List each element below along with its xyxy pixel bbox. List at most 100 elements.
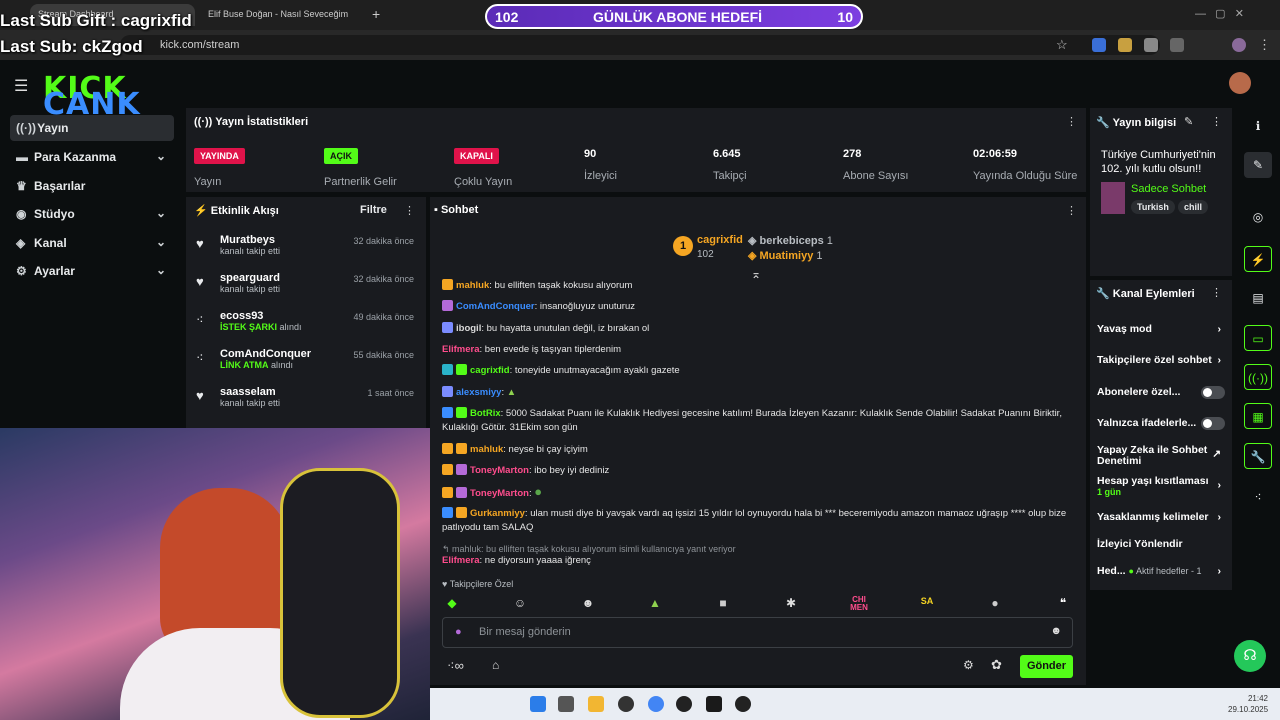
chat-menu-icon[interactable]: ⋮: [1066, 204, 1077, 217]
lightning-icon[interactable]: ⚡: [1244, 246, 1272, 272]
chat-message[interactable]: Elifmera: ben evede iş taşıyan tiplerden…: [442, 343, 1082, 357]
extension-icon[interactable]: [1118, 38, 1132, 52]
emote[interactable]: ✱: [782, 596, 800, 612]
followers-only-item[interactable]: Takipçilere özel sohbet ›: [1097, 354, 1225, 366]
browser-menu-icon[interactable]: ⋮: [1258, 37, 1271, 53]
activity-item[interactable]: ⁖ ComAndConquer LİNK ATMA alındı 55 dakika …: [194, 348, 420, 370]
extensions-puzzle-icon[interactable]: [1170, 38, 1184, 52]
start-menu-icon[interactable]: [530, 696, 546, 712]
store-icon[interactable]: ⌂: [492, 658, 499, 672]
emotes-only-item[interactable]: Yalnızca ifadelerle...: [1097, 417, 1225, 430]
user-avatar[interactable]: [1229, 72, 1251, 94]
broadcast-icon[interactable]: ((·)): [1244, 364, 1272, 390]
activity-item[interactable]: ♥ Muratbeys kanalı takip etti 32 dakika önc…: [194, 234, 420, 256]
sidebar-item-ayarlar[interactable]: ⚙ Ayarlar ⌄: [10, 258, 174, 284]
app-icon[interactable]: [735, 696, 751, 712]
clipboard-icon[interactable]: ▤: [1244, 285, 1272, 311]
emotes-only-toggle[interactable]: [1201, 417, 1225, 430]
banned-words-item[interactable]: Yasaklanmış kelimeler ›: [1097, 511, 1225, 523]
info-menu-icon[interactable]: ⋮: [1211, 115, 1222, 128]
subscribers-only-item[interactable]: Abonelere özel...: [1097, 386, 1225, 399]
leaderboard-third[interactable]: ◈ Muatimiyy 1: [748, 249, 823, 262]
file-explorer-icon[interactable]: [588, 696, 604, 712]
chat-message[interactable]: mahluk: neyse bi çay içiyim: [442, 443, 1082, 457]
edit-icon[interactable]: ✎: [1184, 115, 1193, 128]
edit-icon[interactable]: ✎: [1244, 152, 1272, 178]
app-icon[interactable]: [706, 696, 722, 712]
chat-message[interactable]: ToneyMarton: ibo bey iyi dediniz: [442, 464, 1082, 478]
chat-message[interactable]: Gurkanmiyy: ulan musti diye bi yavşak va…: [442, 507, 1082, 535]
chat-input[interactable]: ● Bir mesaj gönderin ☻: [442, 617, 1073, 648]
wrench-icon[interactable]: 🔧: [1244, 443, 1272, 469]
chat-message[interactable]: Elifmera: ne diyorsun yaaaa iğrenç: [442, 554, 1082, 568]
chat-message[interactable]: alexsmiyy: ▲: [442, 386, 1082, 400]
emote[interactable]: ☺: [511, 596, 529, 612]
send-button[interactable]: Gönder: [1020, 655, 1073, 678]
subscribers-only-toggle[interactable]: [1201, 386, 1225, 399]
chat-message[interactable]: BotRix: 5000 Sadakat Puanı ile Kulaklık …: [442, 407, 1082, 435]
leaderboard-second[interactable]: ◈ berkebiceps 1: [748, 234, 833, 247]
chat-icon[interactable]: ▭: [1244, 325, 1272, 351]
window-controls[interactable]: — ▢ ✕: [1195, 7, 1244, 20]
activity-item[interactable]: ⁖ ecoss93 İSTEK ŞARKI alındı 49 dakika önce: [194, 310, 420, 332]
tag[interactable]: chill: [1178, 200, 1209, 214]
points-icon[interactable]: ⁖: [1244, 484, 1272, 510]
obs-icon[interactable]: [618, 696, 634, 712]
system-clock[interactable]: 21:42 29.10.2025: [1228, 693, 1268, 715]
emote[interactable]: ●: [986, 596, 1004, 612]
category-thumbnail[interactable]: [1101, 182, 1125, 214]
bookmark-star-icon[interactable]: ☆: [1056, 37, 1068, 53]
sidebar-item-yayin[interactable]: ((·)) Yayın: [10, 115, 174, 141]
ai-moderation-item[interactable]: Yapay Zeka ile Sohbet Denetimi ↗: [1097, 445, 1225, 467]
emote[interactable]: CHI MEN: [850, 596, 868, 612]
goal-target: 10: [837, 9, 853, 25]
emote[interactable]: ☻: [579, 596, 597, 612]
chat-message[interactable]: ToneyMarton: ●: [442, 485, 1082, 501]
new-tab-icon[interactable]: +: [372, 6, 380, 22]
sidebar-item-basarilar[interactable]: ♛ Başarılar: [10, 173, 174, 199]
account-age-item[interactable]: Hesap yaşı kısıtlaması 1 gün ›: [1097, 475, 1225, 497]
chrome-icon[interactable]: [648, 696, 664, 712]
chat-message[interactable]: cagrixfid: toneyide unutmayacağım ayaklı…: [442, 364, 1082, 378]
stats-menu-icon[interactable]: ⋮: [1066, 115, 1077, 128]
info-icon[interactable]: ℹ: [1244, 113, 1272, 139]
extension-icon[interactable]: [1144, 38, 1158, 52]
emote-picker-icon[interactable]: ✿: [991, 657, 1002, 673]
emote[interactable]: ■: [714, 596, 732, 612]
points-icon[interactable]: ⁖∞: [447, 658, 464, 674]
leaderboard-top-name[interactable]: cagrixfid: [697, 234, 743, 246]
chat-message[interactable]: mahluk: bu elliften taşak kokusu alıyoru…: [442, 279, 1082, 293]
activity-item[interactable]: ♥ saasselam kanalı takip etti 1 saat önce: [194, 386, 420, 408]
sidebar-item-para-kazanma[interactable]: ▬ Para Kazanma ⌄: [10, 144, 174, 170]
task-view-icon[interactable]: [558, 696, 574, 712]
tag[interactable]: Turkish: [1131, 200, 1175, 214]
emote[interactable]: ▲: [646, 596, 664, 612]
support-chat-icon[interactable]: ☊: [1234, 640, 1266, 672]
profile-avatar-icon[interactable]: [1232, 38, 1246, 52]
emoji-icon[interactable]: ☻: [1050, 625, 1062, 637]
layout-icon[interactable]: ▦: [1244, 403, 1272, 429]
browser-tab-music[interactable]: Elif Buse Doğan - Nasıl Seveceğim: [200, 4, 360, 26]
activity-menu-icon[interactable]: ⋮: [404, 204, 415, 217]
mic-icon[interactable]: ●: [455, 626, 462, 638]
sidebar-item-kanal[interactable]: ◈ Kanal ⌄: [10, 230, 174, 256]
extension-icon[interactable]: [1092, 38, 1106, 52]
slow-mode-item[interactable]: Yavaş mod ›: [1097, 323, 1225, 335]
url-input[interactable]: kick.com/stream: [120, 35, 1160, 55]
chat-message[interactable]: ibogil: bu hayatta unutulan değil, iz bı…: [442, 322, 1082, 336]
emote[interactable]: SA: [918, 596, 936, 612]
raid-item[interactable]: İzleyici Yönlendir: [1097, 538, 1225, 550]
chat-settings-icon[interactable]: ⚙: [963, 658, 974, 672]
sidebar-item-studyo[interactable]: ◉ Stüdyo ⌄: [10, 201, 174, 227]
emote[interactable]: ❝: [1054, 596, 1072, 612]
chat-message[interactable]: ComAndConquer: insanoğluyuz unuturuz: [442, 300, 1082, 314]
category-name[interactable]: Sadece Sohbet: [1131, 183, 1206, 195]
camera-icon[interactable]: ◎: [1244, 204, 1272, 230]
emote[interactable]: ◆: [443, 596, 461, 612]
activity-item[interactable]: ♥ spearguard kanalı takip etti 32 dakika ön…: [194, 272, 420, 294]
filter-button[interactable]: Filtre: [360, 204, 387, 216]
actions-menu-icon[interactable]: ⋮: [1211, 286, 1222, 299]
goals-item[interactable]: Hed... ● Aktif hedefler - 1 ›: [1097, 565, 1225, 577]
app-icon[interactable]: [676, 696, 692, 712]
hamburger-menu-icon[interactable]: ☰: [14, 76, 28, 96]
